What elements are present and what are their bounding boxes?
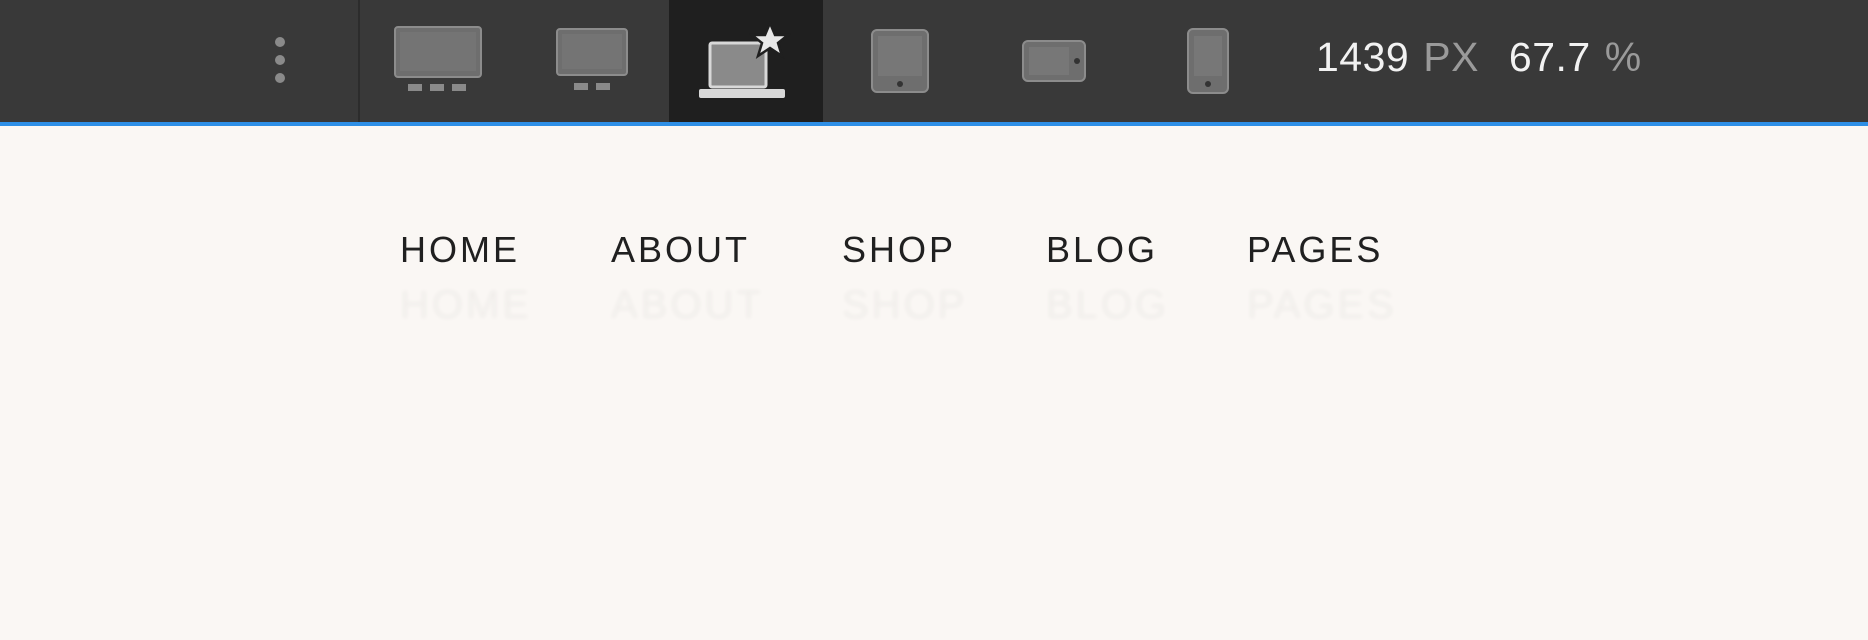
canvas-width-unit: PX xyxy=(1423,34,1479,80)
breakpoint-mobile-button[interactable] xyxy=(1131,0,1285,122)
more-vertical-icon[interactable] xyxy=(262,28,298,92)
nav-item-reflection: ABOUT xyxy=(611,280,764,330)
nav-item-pages[interactable]: PAGES PAGES xyxy=(1247,228,1394,327)
breakpoint-laptop-base-button[interactable] xyxy=(669,0,823,122)
toolbar-divider xyxy=(358,0,360,122)
breakpoint-desktop-button[interactable] xyxy=(515,0,669,122)
nav-item-reflection: BLOG xyxy=(1046,280,1169,330)
canvas-zoom-value[interactable]: 67.7 xyxy=(1509,34,1591,81)
kebab-dot xyxy=(275,55,285,65)
tablet-portrait-icon xyxy=(871,29,929,93)
site-navigation: HOME HOME ABOUT ABOUT SHOP SHOP BLOG BLO… xyxy=(400,228,1394,327)
tablet-landscape-icon xyxy=(1022,40,1086,82)
kebab-dot xyxy=(275,37,285,47)
nav-item-reflection: HOME xyxy=(400,280,532,330)
designer-toolbar: 1439 PX 67.7 % xyxy=(0,0,1868,122)
nav-item-home[interactable]: HOME HOME xyxy=(400,228,611,327)
nav-item-label: SHOP xyxy=(842,229,957,270)
canvas-top-border xyxy=(0,122,1868,126)
canvas-width-value[interactable]: 1439 xyxy=(1316,34,1409,81)
nav-item-blog[interactable]: BLOG BLOG xyxy=(1046,228,1247,327)
mobile-icon xyxy=(1187,28,1229,94)
nav-item-label: PAGES xyxy=(1247,229,1384,270)
nav-item-about[interactable]: ABOUT ABOUT xyxy=(611,228,842,327)
large-desktop-icon xyxy=(394,26,482,91)
nav-item-shop[interactable]: SHOP SHOP xyxy=(842,228,1046,327)
canvas-size-readout: 1439 PX 67.7 % xyxy=(1316,34,1658,90)
canvas-zoom-unit: % xyxy=(1604,34,1642,80)
nav-item-reflection: SHOP xyxy=(842,280,967,330)
desktop-icon xyxy=(556,28,628,90)
nav-item-label: ABOUT xyxy=(611,229,751,270)
nav-item-label: BLOG xyxy=(1046,229,1159,270)
breakpoint-tablet-portrait-button[interactable] xyxy=(823,0,977,122)
nav-item-reflection: PAGES xyxy=(1247,280,1397,330)
laptop-star-icon xyxy=(699,21,792,98)
breakpoint-large-desktop-button[interactable] xyxy=(361,0,515,122)
breakpoint-tablet-landscape-button[interactable] xyxy=(977,0,1131,122)
kebab-dot xyxy=(275,73,285,83)
nav-item-label: HOME xyxy=(400,229,520,270)
